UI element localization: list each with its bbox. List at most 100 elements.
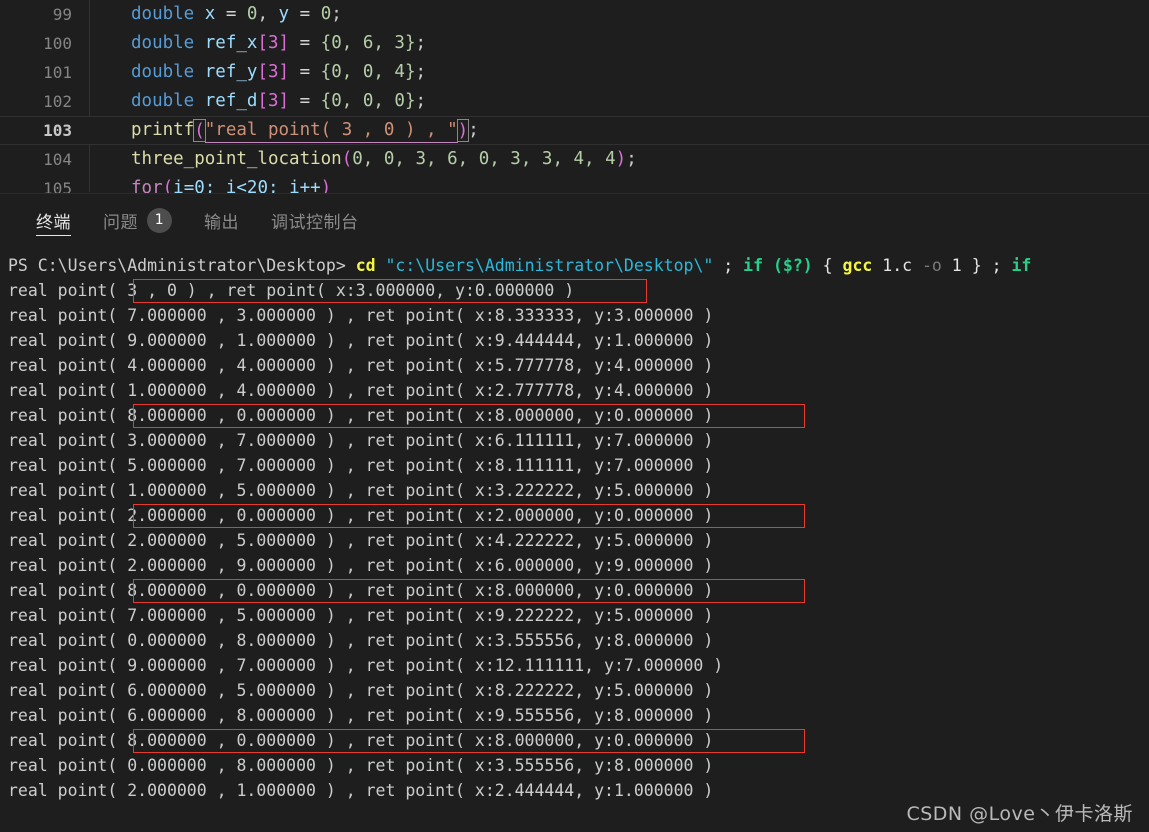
code-content: for(i=0; i<20; i++) xyxy=(131,174,332,194)
tab-terminal[interactable]: 终端 xyxy=(20,194,87,246)
code-line-103-active[interactable]: 103 printf("real point( 3 , 0 ) , "); xyxy=(0,116,1149,145)
terminal-output[interactable]: PS C:\Users\Administrator\Desktop> cd "c… xyxy=(0,246,1149,803)
condition-expression: ($?) xyxy=(772,256,813,275)
token-identifier: x xyxy=(204,4,216,24)
terminal-line: real point( 5.000000 , 7.000000 ) , ret … xyxy=(8,456,714,475)
token-number: 0 xyxy=(320,4,332,24)
token-initializer: {0, 0, 4} xyxy=(320,62,416,82)
code-content: three_point_location(0, 0, 3, 6, 0, 3, 3… xyxy=(131,145,637,174)
token-number: 0 xyxy=(246,4,258,24)
code-content: printf("real point( 3 , 0 ) , "); xyxy=(131,117,479,144)
line-number: 104 xyxy=(43,150,72,169)
prompt-path: PS C:\Users\Administrator\Desktop> xyxy=(8,256,356,275)
code-line-105[interactable]: 105 for(i=0; i<20; i++) xyxy=(0,174,1149,194)
csdn-watermark: CSDN @Love丶伊卡洛斯 xyxy=(906,803,1133,825)
tab-debug-console[interactable]: 调试控制台 xyxy=(255,194,375,246)
line-number: 105 xyxy=(43,179,72,194)
panel-tab-bar: 终端 问题 1 输出 调试控制台 xyxy=(0,194,1149,246)
token-keyword: double xyxy=(131,62,195,82)
token-identifier: ref_y xyxy=(204,62,258,82)
command-path-argument: "c:\Users\Administrator\Desktop\" xyxy=(385,256,714,275)
token-string: "real point( 3 , 0 ) , " xyxy=(204,118,458,143)
code-content: double x = 0, y = 0; xyxy=(131,0,342,29)
bottom-panel: 终端 问题 1 输出 调试控制台 PS C:\Users\Administrat… xyxy=(0,194,1149,832)
code-content: double ref_y[3] = {0, 0, 4}; xyxy=(131,58,426,87)
terminal-prompt-line: PS C:\Users\Administrator\Desktop> cd "c… xyxy=(0,253,1149,278)
output-name: 1 xyxy=(941,256,972,275)
terminal-line: real point( 4.000000 , 4.000000 ) , ret … xyxy=(8,356,714,375)
terminal-line: real point( 0.000000 , 8.000000 ) , ret … xyxy=(8,756,714,775)
code-line-101[interactable]: 101 double ref_y[3] = {0, 0, 4}; xyxy=(0,58,1149,87)
token-paren: ) xyxy=(320,178,332,194)
active-tab-indicator xyxy=(36,235,71,236)
line-number: 101 xyxy=(43,63,72,82)
token-assign: = xyxy=(289,62,321,82)
token-comma: , xyxy=(257,4,279,24)
token-initializer: {0, 0, 0} xyxy=(320,91,416,111)
command-separator: ; xyxy=(991,256,1012,275)
line-number: 103 xyxy=(43,121,72,140)
terminal-line: real point( 6.000000 , 8.000000 ) , ret … xyxy=(8,706,714,725)
token-arguments: 0, 0, 3, 6, 0, 3, 3, 4, 4 xyxy=(352,149,616,169)
code-line-104[interactable]: 104 three_point_location(0, 0, 3, 6, 0, … xyxy=(0,145,1149,174)
token-for-init: i=0; xyxy=(173,178,226,194)
code-line-99[interactable]: 99 double x = 0, y = 0; xyxy=(0,0,1149,29)
token-semicolon: ; xyxy=(626,149,637,169)
terminal-line: real point( 8.000000 , 0.000000 ) , ret … xyxy=(8,581,714,600)
token-for-inc: i++ xyxy=(289,178,321,194)
terminal-line: real point( 1.000000 , 4.000000 ) , ret … xyxy=(8,381,714,400)
token-keyword-for: for xyxy=(131,178,163,194)
terminal-line: real point( 2.000000 , 0.000000 ) , ret … xyxy=(8,506,714,525)
problems-count-badge: 1 xyxy=(147,207,172,233)
token-function-name: printf xyxy=(131,120,195,140)
token-assign: = xyxy=(215,4,247,24)
token-function-name: three_point_location xyxy=(131,149,342,169)
terminal-line: real point( 6.000000 , 5.000000 ) , ret … xyxy=(8,681,714,700)
keyword-if: if xyxy=(1011,256,1032,275)
flag-output: -o xyxy=(922,256,942,275)
terminal-line: real point( 7.000000 , 3.000000 ) , ret … xyxy=(8,306,714,325)
token-paren: ) xyxy=(615,149,627,169)
terminal-line: real point( 9.000000 , 1.000000 ) , ret … xyxy=(8,331,714,350)
code-content: double ref_d[3] = {0, 0, 0}; xyxy=(131,87,426,116)
command-cd: cd xyxy=(355,256,386,275)
token-identifier: ref_d xyxy=(204,91,258,111)
token-assign: = xyxy=(289,33,321,53)
tab-label: 调试控制台 xyxy=(271,212,359,233)
token-paren: ( xyxy=(162,178,174,194)
token-identifier: y xyxy=(278,4,290,24)
tab-output[interactable]: 输出 xyxy=(188,194,255,246)
terminal-line: real point( 2.000000 , 9.000000 ) , ret … xyxy=(8,556,714,575)
terminal-line: real point( 0.000000 , 8.000000 ) , ret … xyxy=(8,631,714,650)
line-number: 99 xyxy=(52,5,72,24)
terminal-line: real point( 8.000000 , 0.000000 ) , ret … xyxy=(8,731,714,750)
token-semicolon: ; xyxy=(415,33,427,53)
terminal-line: real point( 8.000000 , 0.000000 ) , ret … xyxy=(8,406,714,425)
code-line-102[interactable]: 102 double ref_d[3] = {0, 0, 0}; xyxy=(0,87,1149,116)
keyword-if: if xyxy=(743,256,773,275)
code-line-100[interactable]: 100 double ref_x[3] = {0, 6, 3}; xyxy=(0,29,1149,58)
tab-problems[interactable]: 问题 1 xyxy=(87,194,188,246)
terminal-result-lines: real point( 3 , 0 ) , ret point( x:3.000… xyxy=(0,278,1149,803)
token-keyword: double xyxy=(131,91,195,111)
terminal-line: real point( 3.000000 , 7.000000 ) , ret … xyxy=(8,431,714,450)
token-initializer: {0, 6, 3} xyxy=(320,33,416,53)
vscode-window: 99 double x = 0, y = 0; 100 double ref_x… xyxy=(0,0,1149,832)
tab-label: 终端 xyxy=(36,212,71,233)
terminal-line: real point( 7.000000 , 5.000000 ) , ret … xyxy=(8,606,714,625)
brace-open: { xyxy=(812,256,843,275)
tab-label: 输出 xyxy=(204,212,239,233)
token-paren: ( xyxy=(341,149,353,169)
token-bracket: [3] xyxy=(257,91,290,111)
token-semicolon: ; xyxy=(331,4,342,24)
token-assign: = xyxy=(289,4,321,24)
terminal-line: real point( 2.000000 , 5.000000 ) , ret … xyxy=(8,531,714,550)
line-number: 100 xyxy=(43,34,72,53)
brace-close: } xyxy=(971,256,992,275)
token-semicolon: ; xyxy=(468,120,479,140)
token-bracket: [3] xyxy=(257,33,290,53)
code-editor[interactable]: 99 double x = 0, y = 0; 100 double ref_x… xyxy=(0,0,1149,194)
